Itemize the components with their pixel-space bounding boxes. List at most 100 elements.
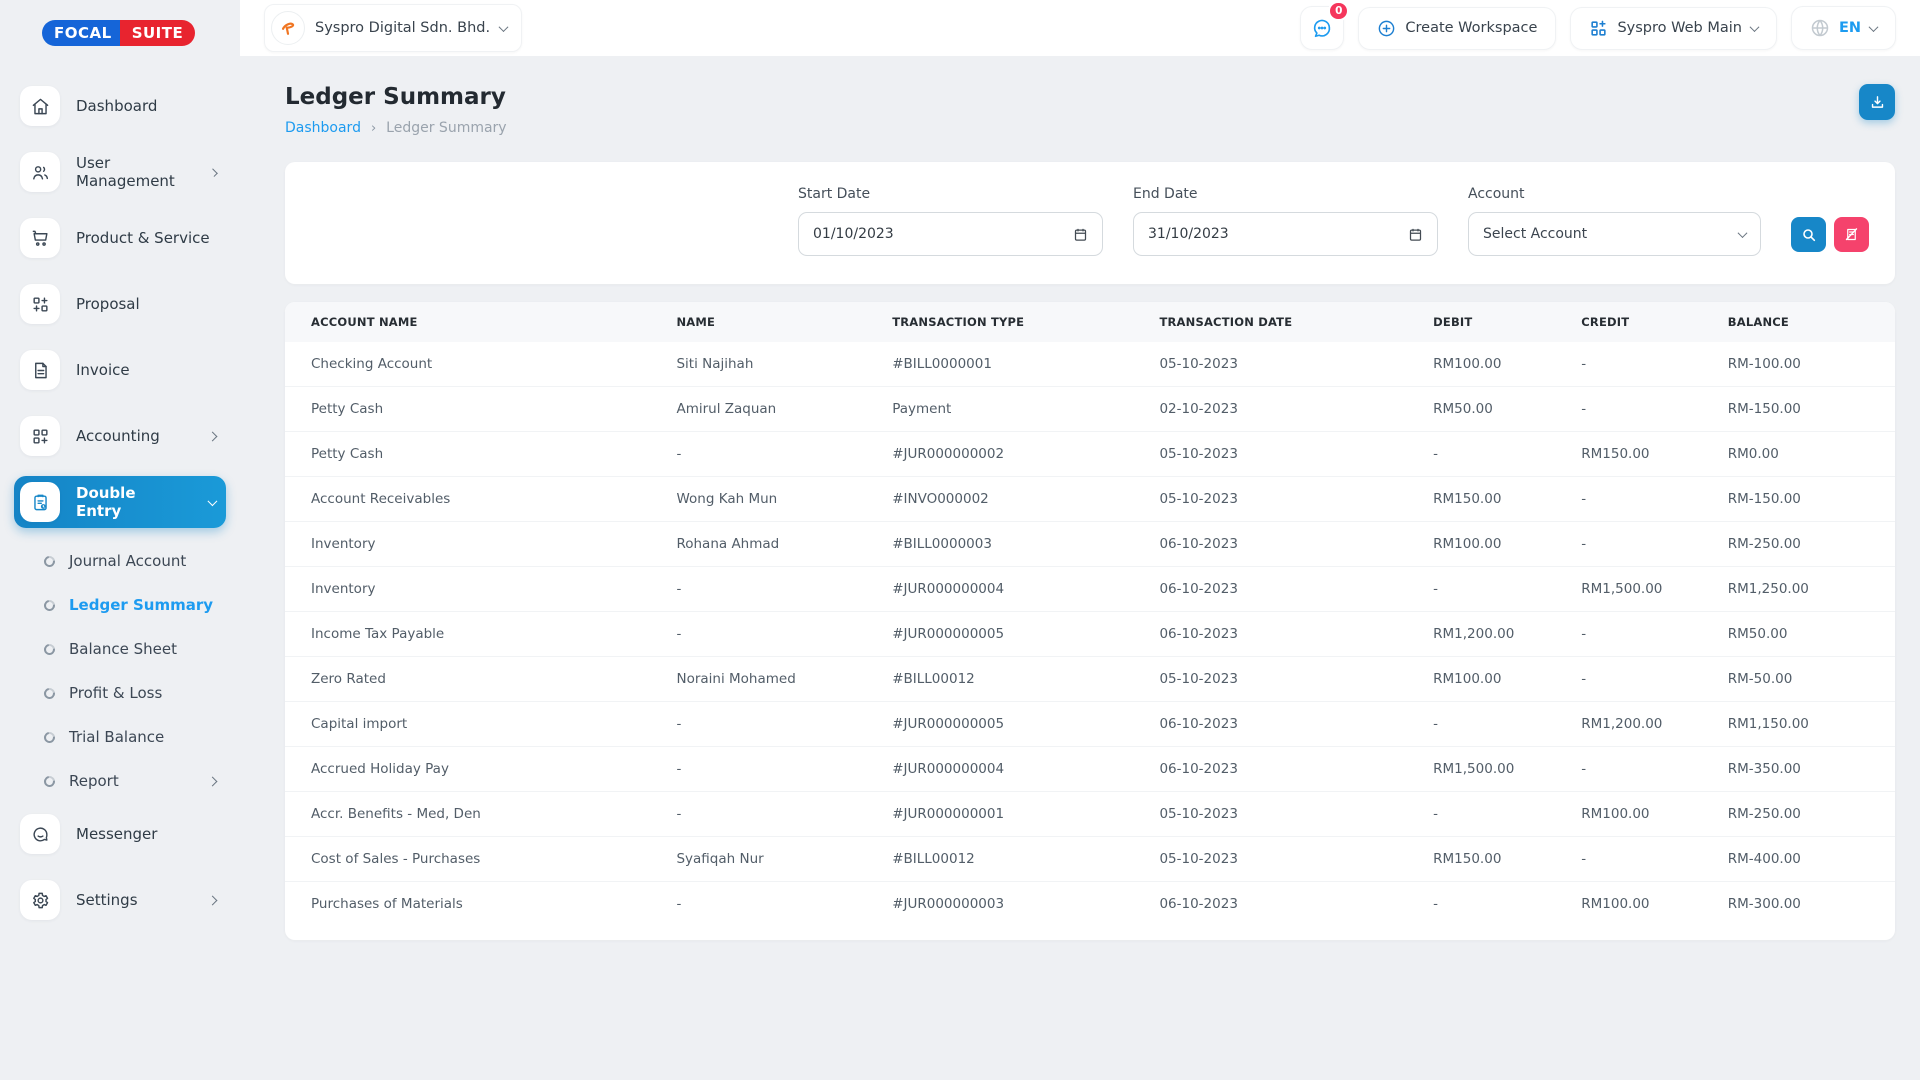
sidebar-subitem-profit-loss[interactable]: Profit & Loss bbox=[14, 674, 226, 712]
cell-credit: - bbox=[1555, 387, 1702, 431]
table-body: Checking Account Siti Najihah #BILL00000… bbox=[285, 342, 1895, 926]
language-code: EN bbox=[1839, 20, 1861, 36]
table-row[interactable]: Purchases of Materials - #JUR000000003 0… bbox=[285, 882, 1895, 926]
app-logo: FOCAL SUITE bbox=[42, 20, 226, 46]
cell-name: - bbox=[650, 567, 866, 611]
cell-debit: RM100.00 bbox=[1407, 342, 1555, 386]
cell-account-name: Accrued Holiday Pay bbox=[285, 747, 650, 791]
table-row[interactable]: Petty Cash Amirul Zaquan Payment 02-10-2… bbox=[285, 387, 1895, 432]
sidebar-subitem-label: Balance Sheet bbox=[69, 640, 177, 658]
start-date-input[interactable]: 01/10/2023 bbox=[798, 212, 1103, 256]
chevron-right-icon bbox=[208, 895, 218, 905]
bullet-icon bbox=[42, 685, 57, 700]
sidebar-subitem-report[interactable]: Report bbox=[14, 762, 226, 800]
cell-debit: RM50.00 bbox=[1407, 387, 1555, 431]
sidebar-item-settings[interactable]: Settings bbox=[14, 874, 226, 926]
sidebar-item-double-entry[interactable]: Double Entry bbox=[14, 476, 226, 528]
sidebar-subitem-balance-sheet[interactable]: Balance Sheet bbox=[14, 630, 226, 668]
table-row[interactable]: Inventory Rohana Ahmad #BILL0000003 06-1… bbox=[285, 522, 1895, 567]
company-selector[interactable]: Syspro Digital Sdn. Bhd. bbox=[264, 4, 522, 52]
sidebar-item-dashboard[interactable]: Dashboard bbox=[14, 80, 226, 132]
end-date-input[interactable]: 31/10/2023 bbox=[1133, 212, 1438, 256]
cell-balance: RM-50.00 bbox=[1702, 657, 1895, 701]
cell-account-name: Zero Rated bbox=[285, 657, 650, 701]
cell-name: - bbox=[650, 612, 866, 656]
cell-transaction-date: 05-10-2023 bbox=[1133, 342, 1407, 386]
create-workspace-button[interactable]: Create Workspace bbox=[1358, 7, 1556, 50]
table-row[interactable]: Inventory - #JUR000000004 06-10-2023 - R… bbox=[285, 567, 1895, 612]
cell-balance: RM-400.00 bbox=[1702, 837, 1895, 881]
table-row[interactable]: Accr. Benefits - Med, Den - #JUR00000000… bbox=[285, 792, 1895, 837]
table-row[interactable]: Capital import - #JUR000000005 06-10-202… bbox=[285, 702, 1895, 747]
cell-account-name: Purchases of Materials bbox=[285, 882, 650, 926]
table-row[interactable]: Cost of Sales - Purchases Syafiqah Nur #… bbox=[285, 837, 1895, 882]
breadcrumb-dashboard-link[interactable]: Dashboard bbox=[285, 120, 361, 136]
cell-name: Amirul Zaquan bbox=[650, 387, 866, 431]
workspace-selector[interactable]: Syspro Web Main bbox=[1570, 7, 1777, 50]
account-field: Account Select Account bbox=[1468, 186, 1761, 256]
sidebar-subitem-trial-balance[interactable]: Trial Balance bbox=[14, 718, 226, 756]
sidebar-subitem-journal-account[interactable]: Journal Account bbox=[14, 542, 226, 580]
account-select[interactable]: Select Account bbox=[1468, 212, 1761, 256]
cell-debit: RM150.00 bbox=[1407, 837, 1555, 881]
sidebar-item-invoice[interactable]: Invoice bbox=[14, 344, 226, 396]
sidebar-subitem-label: Trial Balance bbox=[69, 728, 164, 746]
cell-account-name: Petty Cash bbox=[285, 432, 650, 476]
cell-transaction-date: 05-10-2023 bbox=[1133, 837, 1407, 881]
search-button[interactable] bbox=[1791, 217, 1826, 252]
bullet-icon bbox=[42, 553, 57, 568]
download-icon bbox=[1869, 94, 1886, 111]
cell-credit: - bbox=[1555, 837, 1702, 881]
column-header-balance: BALANCE bbox=[1702, 302, 1895, 342]
sidebar-item-label: User Management bbox=[76, 154, 179, 190]
cell-transaction-type: #JUR000000004 bbox=[866, 567, 1133, 611]
column-header-credit: CREDIT bbox=[1555, 302, 1702, 342]
sidebar: FOCAL SUITE Dashboard User Management Pr… bbox=[0, 0, 240, 1080]
column-header-transaction-type: TRANSACTION TYPE bbox=[866, 302, 1133, 342]
cell-debit: RM100.00 bbox=[1407, 522, 1555, 566]
cell-transaction-type: #JUR000000005 bbox=[866, 612, 1133, 656]
cell-account-name: Inventory bbox=[285, 567, 650, 611]
language-selector[interactable]: EN bbox=[1791, 6, 1896, 50]
sidebar-subitem-ledger-summary[interactable]: Ledger Summary bbox=[14, 586, 226, 624]
cell-credit: - bbox=[1555, 342, 1702, 386]
cell-account-name: Petty Cash bbox=[285, 387, 650, 431]
logo-focal: FOCAL bbox=[42, 20, 124, 46]
sidebar-item-proposal[interactable]: Proposal bbox=[14, 278, 226, 330]
table-row[interactable]: Accrued Holiday Pay - #JUR000000004 06-1… bbox=[285, 747, 1895, 792]
sidebar-item-messenger[interactable]: Messenger bbox=[14, 808, 226, 860]
invoice-icon bbox=[20, 350, 60, 390]
cell-name: - bbox=[650, 792, 866, 836]
cell-transaction-date: 06-10-2023 bbox=[1133, 702, 1407, 746]
table-row[interactable]: Account Receivables Wong Kah Mun #INVO00… bbox=[285, 477, 1895, 522]
clear-filter-button[interactable] bbox=[1834, 217, 1869, 252]
bullet-icon bbox=[42, 773, 57, 788]
cell-account-name: Checking Account bbox=[285, 342, 650, 386]
cell-transaction-date: 05-10-2023 bbox=[1133, 432, 1407, 476]
sidebar-item-label: Dashboard bbox=[76, 97, 157, 115]
cell-balance: RM1,150.00 bbox=[1702, 702, 1895, 746]
cell-transaction-type: #JUR000000001 bbox=[866, 792, 1133, 836]
gear-icon bbox=[20, 880, 60, 920]
sidebar-item-accounting[interactable]: Accounting bbox=[14, 410, 226, 462]
messages-button[interactable]: 0 bbox=[1300, 6, 1344, 50]
cell-transaction-date: 06-10-2023 bbox=[1133, 612, 1407, 656]
sidebar-item-user-management[interactable]: User Management bbox=[14, 146, 226, 198]
page-title: Ledger Summary bbox=[285, 84, 1895, 110]
table-row[interactable]: Income Tax Payable - #JUR000000005 06-10… bbox=[285, 612, 1895, 657]
cell-debit: - bbox=[1407, 432, 1555, 476]
sidebar-item-product-service[interactable]: Product & Service bbox=[14, 212, 226, 264]
cell-transaction-date: 06-10-2023 bbox=[1133, 747, 1407, 791]
cell-transaction-type: #INVO000002 bbox=[866, 477, 1133, 521]
table-row[interactable]: Zero Rated Noraini Mohamed #BILL00012 05… bbox=[285, 657, 1895, 702]
cell-name: - bbox=[650, 702, 866, 746]
cell-account-name: Capital import bbox=[285, 702, 650, 746]
cell-debit: RM100.00 bbox=[1407, 657, 1555, 701]
cell-balance: RM-300.00 bbox=[1702, 882, 1895, 926]
download-button[interactable] bbox=[1859, 84, 1895, 120]
messenger-icon bbox=[20, 814, 60, 854]
table-row[interactable]: Petty Cash - #JUR000000002 05-10-2023 - … bbox=[285, 432, 1895, 477]
workspace-grid-icon bbox=[1589, 19, 1608, 38]
table-row[interactable]: Checking Account Siti Najihah #BILL00000… bbox=[285, 342, 1895, 387]
start-date-field: Start Date 01/10/2023 bbox=[798, 186, 1103, 256]
